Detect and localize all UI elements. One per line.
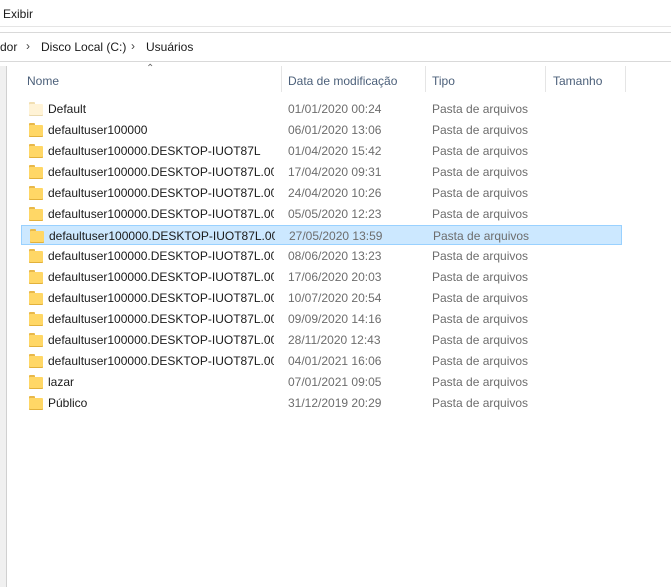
file-type: Pasta de arquivos xyxy=(432,249,529,263)
file-row[interactable]: defaultuser100000.DESKTOP-IUOT87L.000 17/… xyxy=(21,162,622,182)
file-date: 06/01/2020 13:06 xyxy=(288,123,382,137)
file-row[interactable]: defaultuser100000.DESKTOP-IUOT87L.000...… xyxy=(21,204,622,224)
file-row[interactable]: Público 31/12/2019 20:29 Pasta de arquivos xyxy=(21,393,622,413)
column-divider[interactable] xyxy=(281,66,282,92)
breadcrumb-item-computer[interactable]: dor xyxy=(0,40,17,54)
address-bar[interactable]: dor › Disco Local (C:) › Usuários xyxy=(0,32,671,62)
column-divider[interactable] xyxy=(625,66,626,92)
breadcrumb-item-local-disk[interactable]: Disco Local (C:) xyxy=(41,40,126,54)
folder-icon xyxy=(29,312,43,326)
file-row[interactable]: defaultuser100000.DESKTOP-IUOT87L.002 04/… xyxy=(21,351,622,371)
file-type: Pasta de arquivos xyxy=(432,333,529,347)
file-row[interactable]: defaultuser100000 06/01/2020 13:06 Pasta d… xyxy=(21,120,622,140)
file-name: Público xyxy=(48,396,88,410)
folder-icon xyxy=(29,165,43,179)
file-name: lazar xyxy=(48,375,75,389)
file-date: 31/12/2019 20:29 xyxy=(288,396,382,410)
folder-icon xyxy=(29,291,43,305)
breadcrumb-item-users[interactable]: Usuários xyxy=(146,40,193,54)
file-type: Pasta de arquivos xyxy=(432,123,529,137)
file-date: 07/01/2021 09:05 xyxy=(288,375,382,389)
column-divider[interactable] xyxy=(545,66,546,92)
file-date: 27/05/2020 13:59 xyxy=(289,229,383,243)
file-date: 17/06/2020 20:03 xyxy=(288,270,382,284)
folder-icon xyxy=(29,144,43,158)
file-type: Pasta de arquivos xyxy=(432,186,529,200)
sort-up-icon: ⌃ xyxy=(146,63,155,74)
chevron-right-icon[interactable]: › xyxy=(26,39,30,53)
file-name: defaultuser100000.DESKTOP-IUOT87L.000... xyxy=(48,186,274,200)
folder-icon xyxy=(29,123,43,137)
file-name: defaultuser100000.DESKTOP-IUOT87L.001 xyxy=(48,333,274,347)
file-row[interactable]: defaultuser100000.DESKTOP-IUOT87L.000...… xyxy=(21,267,622,287)
folder-icon xyxy=(29,186,43,200)
file-row[interactable]: defaultuser100000.DESKTOP-IUOT87L.001 28/… xyxy=(21,330,622,350)
folder-icon xyxy=(29,270,43,284)
file-type: Pasta de arquivos xyxy=(432,270,529,284)
file-type: Pasta de arquivos xyxy=(432,396,529,410)
file-type: Pasta de arquivos xyxy=(432,312,529,326)
folder-icon xyxy=(29,333,43,347)
file-row[interactable]: defaultuser100000.DESKTOP-IUOT87L.000...… xyxy=(21,246,622,266)
file-date: 08/06/2020 13:23 xyxy=(288,249,382,263)
file-type: Pasta de arquivos xyxy=(432,375,529,389)
folder-icon xyxy=(29,102,43,116)
folder-icon xyxy=(29,396,43,410)
file-date: 28/11/2020 12:43 xyxy=(288,333,381,347)
folder-icon xyxy=(29,249,43,263)
file-date: 17/04/2020 09:31 xyxy=(288,165,382,179)
column-header-name[interactable]: Nome xyxy=(27,74,59,88)
file-type: Pasta de arquivos xyxy=(433,229,530,243)
file-date: 24/04/2020 10:26 xyxy=(288,186,382,200)
file-type: Pasta de arquivos xyxy=(432,291,529,305)
file-name: defaultuser100000.DESKTOP-IUOT87L.000 xyxy=(48,165,274,179)
file-date: 01/04/2020 15:42 xyxy=(288,144,382,158)
menu-bar: Exibir xyxy=(0,0,671,27)
file-row[interactable]: Default 01/01/2020 00:24 Pasta de arquivos xyxy=(21,99,622,119)
menu-view[interactable]: Exibir xyxy=(3,7,33,21)
column-header-size[interactable]: Tamanho xyxy=(553,74,602,88)
file-name: Default xyxy=(48,102,87,116)
column-header-row: ⌃ Nome Data de modificação Tipo Tamanho xyxy=(20,63,671,94)
file-name: defaultuser100000.DESKTOP-IUOT87L.000... xyxy=(48,270,274,284)
folder-icon xyxy=(29,375,43,389)
file-type: Pasta de arquivos xyxy=(432,207,529,221)
file-type: Pasta de arquivos xyxy=(432,165,529,179)
file-type: Pasta de arquivos xyxy=(432,102,529,116)
folder-icon xyxy=(29,207,43,221)
file-row[interactable]: defaultuser100000.DESKTOP-IUOT87L.000...… xyxy=(21,288,622,308)
file-row[interactable]: defaultuser100000.DESKTOP-IUOT87L.000...… xyxy=(21,309,622,329)
file-name: defaultuser100000.DESKTOP-IUOT87L.000... xyxy=(48,249,274,263)
navigation-pane-edge[interactable] xyxy=(0,66,7,587)
column-header-date[interactable]: Data de modificação xyxy=(288,74,397,88)
column-divider[interactable] xyxy=(425,66,426,92)
file-name: defaultuser100000.DESKTOP-IUOT87L.000... xyxy=(48,207,274,221)
file-row[interactable]: lazar 07/01/2021 09:05 Pasta de arquivos xyxy=(21,372,622,392)
file-date: 09/09/2020 14:16 xyxy=(288,312,382,326)
file-row[interactable]: defaultuser100000.DESKTOP-IUOT87L.000...… xyxy=(21,183,622,203)
file-date: 01/01/2020 00:24 xyxy=(288,102,382,116)
file-name: defaultuser100000.DESKTOP-IUOT87L.000... xyxy=(48,291,274,305)
file-name: defaultuser100000.DESKTOP-IUOT87L.000... xyxy=(48,312,274,326)
chevron-right-icon[interactable]: › xyxy=(131,39,135,53)
file-row[interactable]: defaultuser100000.DESKTOP-IUOT87L 01/04/2… xyxy=(21,141,622,161)
file-date: 10/07/2020 20:54 xyxy=(288,291,382,305)
file-name: defaultuser100000.DESKTOP-IUOT87L.000... xyxy=(49,229,275,243)
file-type: Pasta de arquivos xyxy=(432,144,529,158)
folder-icon xyxy=(29,354,43,368)
file-date: 05/05/2020 12:23 xyxy=(288,207,382,221)
folder-icon xyxy=(30,229,44,243)
file-row[interactable]: defaultuser100000.DESKTOP-IUOT87L.000...… xyxy=(21,225,622,245)
file-date: 04/01/2021 16:06 xyxy=(288,354,382,368)
file-type: Pasta de arquivos xyxy=(432,354,529,368)
file-name: defaultuser100000.DESKTOP-IUOT87L xyxy=(48,144,261,158)
column-header-type[interactable]: Tipo xyxy=(432,74,455,88)
file-name: defaultuser100000 xyxy=(48,123,148,137)
file-name: defaultuser100000.DESKTOP-IUOT87L.002 xyxy=(48,354,274,368)
